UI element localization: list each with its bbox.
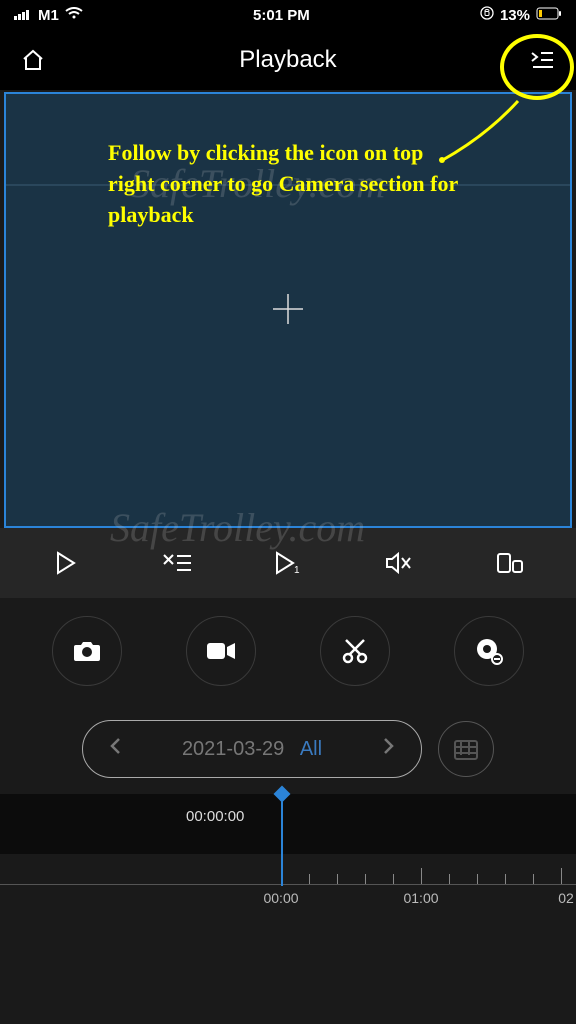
next-date-button[interactable] xyxy=(383,737,395,761)
status-time: 5:01 PM xyxy=(253,7,310,24)
timeline-header: 00:00:00 xyxy=(0,794,576,854)
layout-button[interactable] xyxy=(494,547,526,579)
prev-date-button[interactable] xyxy=(109,737,121,761)
annotation-text: Follow by clicking the icon on top right… xyxy=(108,138,468,230)
record-button[interactable] xyxy=(186,616,256,686)
close-stream-button[interactable] xyxy=(161,547,193,579)
fisheye-button[interactable] xyxy=(454,616,524,686)
ruler-tick xyxy=(533,874,534,884)
snapshot-button[interactable] xyxy=(52,616,122,686)
ruler-label: 00:00 xyxy=(263,890,298,906)
date-value: 2021-03-29 xyxy=(182,738,284,760)
status-right: 13% xyxy=(480,6,562,24)
timeline-ruler[interactable]: 00:00 01:00 02 xyxy=(0,854,576,914)
ruler-label: 02 xyxy=(558,890,574,906)
status-left: M1 xyxy=(14,7,83,24)
current-timecode: 00:00:00 xyxy=(186,808,244,825)
svg-text:1: 1 xyxy=(294,565,300,575)
action-toolbar xyxy=(0,598,576,704)
calendar-button[interactable] xyxy=(438,721,494,777)
page-title: Playback xyxy=(239,46,336,74)
ruler-tick xyxy=(421,868,422,884)
ruler-baseline xyxy=(0,884,576,885)
date-display: 2021-03-29 All xyxy=(182,738,322,761)
nav-bar: Playback xyxy=(0,30,576,90)
battery-icon xyxy=(536,7,562,24)
camera-list-button[interactable] xyxy=(528,45,558,75)
rotation-lock-icon xyxy=(480,6,494,24)
ruler-tick xyxy=(309,874,310,884)
carrier-label: M1 xyxy=(38,7,59,24)
signal-icon xyxy=(14,7,32,24)
home-button[interactable] xyxy=(18,45,48,75)
ruler-tick xyxy=(477,874,478,884)
ruler-label: 01:00 xyxy=(403,890,438,906)
ruler-tick xyxy=(561,868,562,884)
step-frame-button[interactable]: 1 xyxy=(272,547,304,579)
ruler-tick xyxy=(365,874,366,884)
timeline-cursor-line[interactable] xyxy=(281,794,283,886)
date-selector[interactable]: 2021-03-29 All xyxy=(82,720,422,778)
clip-button[interactable] xyxy=(320,616,390,686)
video-viewport[interactable]: Follow by clicking the icon on top right… xyxy=(4,92,572,528)
ruler-tick xyxy=(337,874,338,884)
mute-button[interactable] xyxy=(383,547,415,579)
ruler-tick xyxy=(505,874,506,884)
ruler-tick xyxy=(449,874,450,884)
date-filter[interactable]: All xyxy=(300,738,322,760)
ruler-tick xyxy=(393,874,394,884)
wifi-icon xyxy=(65,7,83,24)
add-camera-icon[interactable] xyxy=(273,294,303,333)
playback-toolbar: 1 xyxy=(0,528,576,598)
status-bar: M1 5:01 PM 13% xyxy=(0,0,576,30)
date-bar: 2021-03-29 All xyxy=(0,704,576,794)
play-button[interactable] xyxy=(50,547,82,579)
battery-percent: 13% xyxy=(500,7,530,24)
